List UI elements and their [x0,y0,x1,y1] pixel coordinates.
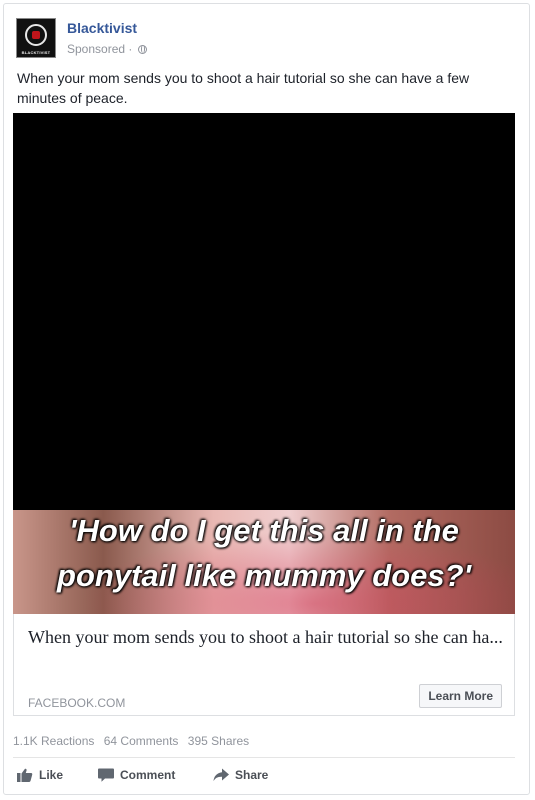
logo-mark-icon [25,24,47,46]
thumbnail-text-line-1: 'How do I get this all in the [69,513,459,548]
share-label: Share [235,768,269,782]
link-domain: FACEBOOK.COM [28,696,126,710]
shares-count[interactable]: 395 Shares [188,734,249,748]
learn-more-button[interactable]: Learn More [419,684,502,708]
comment-button[interactable]: Comment [98,764,175,786]
globe-icon [137,45,147,54]
link-preview[interactable]: When your mom sends you to shoot a hair … [13,614,515,716]
post-caption: When your mom sends you to shoot a hair … [17,70,470,106]
sponsored-label[interactable]: Sponsored · [67,42,147,56]
link-thumbnail-image[interactable]: 'How do I get this all in the ponytail l… [13,510,515,614]
video-player[interactable] [13,113,515,513]
comments-count[interactable]: 64 Comments [104,734,179,748]
engagement-stats: 1.1K Reactions 64 Comments 395 Shares [13,734,255,748]
reactions-count[interactable]: 1.1K Reactions [13,734,94,748]
sponsored-text: Sponsored · [67,42,133,56]
avatar-logo-text: BLACKTIVIST [21,50,51,55]
thumbs-up-icon [17,768,33,782]
speech-bubble-icon [98,768,114,782]
share-button[interactable]: Share [213,764,268,786]
share-arrow-icon [213,768,229,781]
thumbnail-text-line-2: ponytail like mummy does?' [57,558,471,593]
page-avatar[interactable]: BLACKTIVIST [16,18,56,58]
comment-label: Comment [120,768,176,782]
page-name-link[interactable]: Blacktivist [67,20,137,36]
like-label: Like [39,768,64,782]
divider [13,757,515,758]
action-bar: Like Comment Share [13,764,515,788]
like-button[interactable]: Like [17,764,63,786]
link-title[interactable]: When your mom sends you to shoot a hair … [28,626,504,649]
